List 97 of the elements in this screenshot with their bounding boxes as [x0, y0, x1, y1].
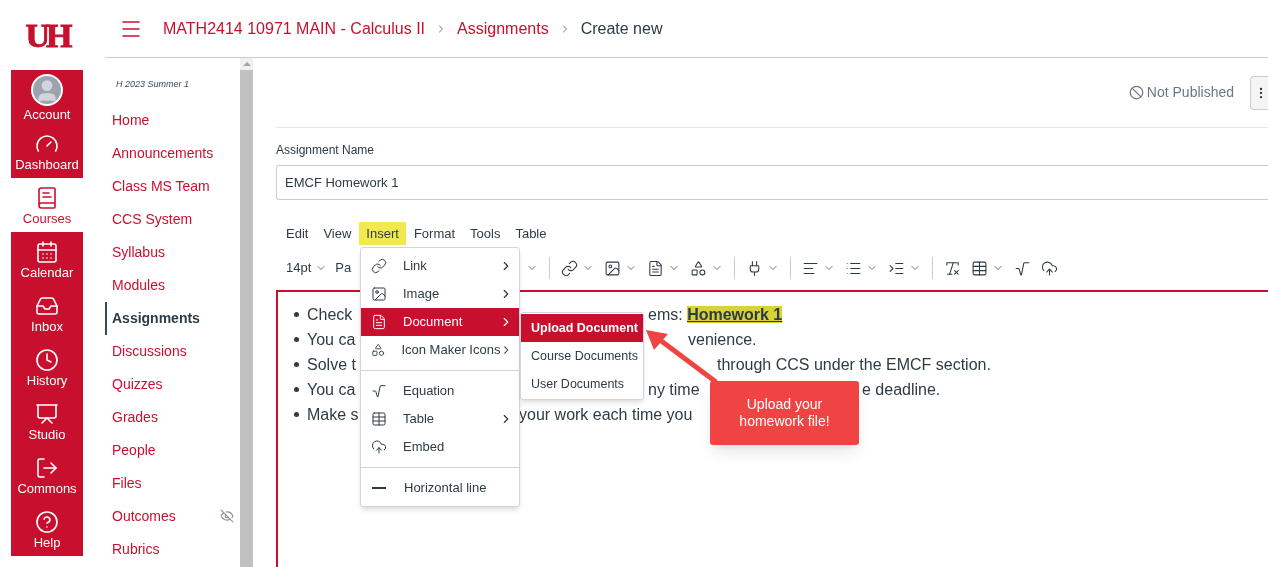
nav-label: Account — [23, 107, 71, 121]
menubar-item[interactable]: Format — [406, 222, 463, 245]
nav-item[interactable]: Account — [11, 70, 83, 124]
courses-icon — [35, 185, 59, 210]
nav-item[interactable]: Calendar — [11, 232, 83, 286]
submenu-item[interactable]: Course Documents — [521, 342, 643, 370]
nav-label: Help — [33, 535, 61, 549]
menubar-item[interactable]: Tools — [463, 222, 508, 245]
link-icon — [371, 258, 387, 274]
image-icon — [371, 286, 387, 302]
nav-item[interactable]: Commons — [11, 448, 83, 502]
shapes-icon — [371, 342, 386, 358]
commons-icon — [35, 455, 59, 480]
studio-icon — [35, 401, 59, 426]
editor-text: Solve t — [307, 354, 356, 375]
prohibited-icon — [1128, 85, 1144, 100]
menubar-item[interactable]: Edit — [279, 222, 316, 245]
nav-item[interactable]: Help — [11, 502, 83, 556]
term-label: H 2023 Summer 1 — [115, 78, 191, 91]
course-nav-item[interactable]: Home — [105, 103, 240, 137]
course-nav-item[interactable]: People — [105, 433, 240, 467]
bullet — [294, 387, 299, 392]
editor-text: Make s — [307, 404, 359, 425]
course-nav-item[interactable]: Class MS Team — [105, 169, 240, 203]
editor-text: You ca — [307, 329, 356, 350]
logo[interactable]: UH — [25, 0, 69, 70]
editor-text: e deadline. — [862, 379, 941, 400]
nav-label: Dashboard — [15, 157, 79, 171]
table-icon — [371, 411, 387, 427]
field-label: Assignment Name — [276, 142, 376, 159]
course-nav-item[interactable]: Rubrics — [105, 532, 240, 566]
editor-text: Check — [307, 304, 353, 325]
menubar-item[interactable]: Insert — [359, 222, 406, 245]
nav-item[interactable]: Studio — [11, 394, 83, 448]
history-icon — [35, 347, 59, 372]
document-icon — [647, 259, 665, 277]
menu-item[interactable]: Icon Maker Icons — [361, 336, 519, 364]
shapes-icon — [690, 259, 708, 277]
nav-label: Inbox — [31, 319, 63, 333]
table-icon — [971, 259, 989, 277]
scrollbar[interactable] — [240, 58, 253, 567]
homework-link[interactable]: Homework 1 — [687, 305, 783, 323]
toolbar-dropdown[interactable]: 14pt — [282, 258, 332, 278]
assignment-name-field[interactable]: EMCF Homework 1 — [276, 165, 1268, 200]
breadcrumb-item[interactable]: Assignments — [457, 16, 549, 41]
breadcrumb-item: Create new — [580, 18, 663, 39]
editor-text: You ca — [307, 379, 356, 400]
bullet — [294, 362, 299, 367]
bullet — [294, 337, 299, 342]
callout: Upload your homework file! — [710, 381, 859, 445]
help-icon — [35, 509, 59, 534]
calendar-icon — [35, 239, 59, 264]
course-nav-item[interactable]: Syllabus — [105, 235, 240, 269]
document-icon — [371, 314, 387, 330]
publish-status: Not Published — [1128, 82, 1234, 103]
bullet — [294, 412, 299, 417]
course-nav-item[interactable]: Discussions — [105, 334, 240, 368]
equation-icon — [1014, 259, 1032, 277]
line-icon — [372, 487, 386, 489]
course-nav-item[interactable]: CCS System — [105, 202, 240, 236]
course-nav-item[interactable]: Outcomes — [105, 499, 240, 533]
image-icon — [604, 259, 622, 277]
cloud-icon — [371, 439, 387, 455]
nav-label: Commons — [17, 481, 77, 495]
cloud-icon — [1041, 259, 1059, 277]
menubar-item[interactable]: View — [316, 222, 359, 245]
submenu-item[interactable]: Upload Document — [521, 314, 643, 342]
menu-item[interactable]: Equation — [361, 377, 519, 405]
course-nav-item[interactable]: Quizzes — [105, 367, 240, 401]
course-nav-item[interactable]: Grades — [105, 400, 240, 434]
course-nav-item[interactable]: Files — [105, 466, 240, 500]
nav-item[interactable]: History — [11, 340, 83, 394]
menu-item[interactable]: Table — [361, 405, 519, 433]
menu-item[interactable]: Embed — [361, 433, 519, 461]
editor-text: ny time — [648, 379, 700, 400]
menubar-item[interactable]: Table — [508, 222, 554, 245]
submenu-item[interactable]: User Documents — [521, 370, 643, 398]
nav-item[interactable]: Dashboard — [11, 124, 83, 178]
editor-text: your work each time you — [519, 404, 693, 425]
editor-text: ems: Homework 1 — [648, 304, 783, 325]
course-nav-item[interactable]: Announcements — [105, 136, 240, 170]
equation-icon — [371, 383, 387, 399]
bullet — [294, 312, 299, 317]
link-icon — [561, 259, 579, 277]
breadcrumb-item[interactable]: MATH2414 10971 MAIN - Calculus II — [163, 16, 426, 41]
course-nav-item[interactable]: Modules — [105, 268, 240, 302]
hidden-eye-icon — [220, 509, 234, 523]
nav-label: Calendar — [20, 265, 74, 279]
editor-text: through CCS under the EMCF section. — [717, 354, 991, 375]
menu-item[interactable]: Document — [361, 308, 519, 336]
nav-label: Courses — [22, 211, 72, 225]
clear-format-icon — [944, 259, 962, 277]
editor-text: venience. — [688, 329, 757, 350]
menu-item[interactable]: Horizontal line — [361, 474, 519, 502]
nav-label: Studio — [28, 427, 66, 441]
nav-label: History — [26, 373, 68, 387]
nav-item[interactable]: Inbox — [11, 286, 83, 340]
